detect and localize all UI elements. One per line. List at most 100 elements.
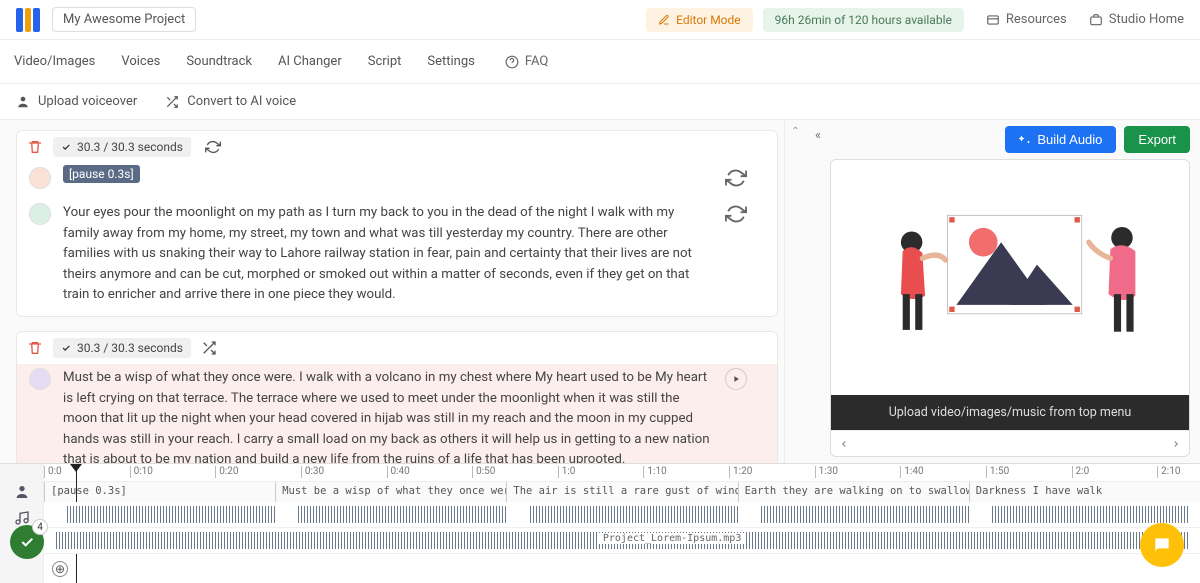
- preview-actions: Build Audio Export: [830, 126, 1190, 153]
- play-button[interactable]: [725, 368, 747, 390]
- main-area: 30.3 / 30.3 seconds [pause 0.3s] Your ey…: [0, 120, 1200, 463]
- music-track-icon[interactable]: [14, 510, 30, 526]
- help-icon: [505, 55, 519, 69]
- add-track-button[interactable]: ⊕: [52, 561, 68, 577]
- music-waveform-row[interactable]: Project_Lorem-Ipsum.mp3: [44, 528, 1200, 554]
- ai-changer-subtabs: Upload voiceover Convert to AI voice: [0, 84, 1200, 120]
- scroll-gutter[interactable]: ⌃: [784, 120, 806, 463]
- edit-icon: [658, 14, 670, 26]
- project-name[interactable]: My Awesome Project: [52, 7, 196, 32]
- check-icon: [61, 343, 71, 353]
- block-row: Must be a wisp of what they once were. I…: [17, 364, 777, 463]
- ruler-tick: 1:40: [900, 466, 923, 478]
- collapse-right-pane[interactable]: «: [806, 120, 830, 463]
- preview-box: Upload video/images/music from top menu: [830, 159, 1190, 457]
- app-header: My Awesome Project Editor Mode 96h 26min…: [0, 0, 1200, 40]
- block-row: Your eyes pour the moonlight on my path …: [17, 199, 777, 316]
- tab-video-images[interactable]: Video/Images: [12, 48, 97, 75]
- block-header: 30.3 / 30.3 seconds: [17, 131, 777, 163]
- faq-label: FAQ: [525, 54, 548, 69]
- voice-avatar[interactable]: [29, 203, 51, 225]
- chevron-right-icon[interactable]: [1171, 439, 1181, 449]
- status-badge: 4: [32, 519, 48, 535]
- preview-pane: Build Audio Export: [830, 120, 1200, 463]
- ruler-tick: 1:30: [815, 466, 838, 478]
- studio-home-link[interactable]: Studio Home: [1089, 12, 1184, 27]
- ruler-tick: 0:0: [44, 466, 62, 478]
- chevron-double-left-icon: «: [815, 128, 821, 463]
- duration-label: 30.3 / 30.3 seconds: [77, 140, 183, 154]
- voice-waveform-row[interactable]: [44, 502, 1200, 528]
- wand-icon: [1019, 134, 1031, 146]
- editor-mode-pill[interactable]: Editor Mode: [646, 8, 753, 32]
- script-text[interactable]: Your eyes pour the moonlight on my path …: [63, 203, 713, 306]
- trash-icon[interactable]: [27, 139, 43, 155]
- music-clip-label: Project_Lorem-Ipsum.mp3: [599, 533, 745, 544]
- script-editor-pane: 30.3 / 30.3 seconds [pause 0.3s] Your ey…: [0, 120, 784, 463]
- timeline-clip[interactable]: Earth they are walking on to swallow t-: [738, 482, 969, 502]
- card-icon: [986, 13, 1000, 27]
- faq-link[interactable]: FAQ: [505, 54, 548, 69]
- voice-track-icon[interactable]: [14, 484, 30, 500]
- timeline-body[interactable]: 0:0 0:10 0:20 0:30 0:40 0:50 1:0 1:10 1:20 1:30 1:…: [44, 464, 1200, 583]
- main-tabs: Video/Images Voices Soundtrack AI Change…: [0, 40, 1200, 84]
- build-audio-label: Build Audio: [1037, 132, 1102, 147]
- check-icon: [19, 534, 35, 550]
- editor-mode-label: Editor Mode: [676, 13, 741, 27]
- tab-ai-changer[interactable]: AI Changer: [276, 48, 344, 75]
- regenerate-icon[interactable]: [725, 167, 747, 189]
- timeline-clip[interactable]: The air is still a rare gust of wind -: [506, 482, 737, 502]
- ruler-tick: 1:50: [986, 466, 1009, 478]
- shuffle-icon: [165, 95, 179, 109]
- voice-avatar[interactable]: [29, 167, 51, 189]
- build-audio-button[interactable]: Build Audio: [1005, 126, 1116, 153]
- script-block: 30.3 / 30.3 seconds Must be a wisp of wh…: [16, 331, 778, 463]
- ruler-tick: 2:10: [1157, 466, 1180, 478]
- studio-home-label: Studio Home: [1109, 12, 1184, 27]
- pause-chip[interactable]: [pause 0.3s]: [63, 165, 140, 183]
- timeline-clip[interactable]: [pause 0.3s]: [44, 482, 275, 502]
- regenerate-icon[interactable]: [725, 203, 747, 225]
- shuffle-icon[interactable]: [201, 340, 217, 356]
- ruler-tick: 1:10: [643, 466, 666, 478]
- ruler-tick: 0:30: [301, 466, 324, 478]
- block-row: [pause 0.3s]: [17, 163, 777, 199]
- timeline: 0:0 0:10 0:20 0:30 0:40 0:50 1:0 1:10 1:20 1:30 1:…: [0, 463, 1200, 583]
- briefcase-icon: [1089, 13, 1103, 27]
- timeline-clip[interactable]: Darkness I have walk: [969, 482, 1200, 502]
- voice-avatar[interactable]: [29, 368, 51, 390]
- duration-pill[interactable]: 30.3 / 30.3 seconds: [53, 137, 191, 157]
- ruler-tick: 1:20: [729, 466, 752, 478]
- resources-link[interactable]: Resources: [986, 12, 1067, 27]
- timeline-ruler[interactable]: 0:0 0:10 0:20 0:30 0:40 0:50 1:0 1:10 1:20 1:30 1:…: [44, 464, 1200, 482]
- chevron-left-icon[interactable]: [839, 439, 849, 449]
- tab-voices[interactable]: Voices: [119, 48, 162, 75]
- convert-ai-voice-tab[interactable]: Convert to AI voice: [165, 94, 296, 109]
- ruler-tick: 0:10: [130, 466, 153, 478]
- check-icon: [61, 142, 71, 152]
- duration-label: 30.3 / 30.3 seconds: [77, 341, 183, 355]
- convert-ai-voice-label: Convert to AI voice: [187, 94, 296, 109]
- ruler-tick: 1:0: [558, 466, 576, 478]
- ruler-tick: 0:40: [387, 466, 410, 478]
- script-text[interactable]: Must be a wisp of what they once were. I…: [63, 368, 713, 463]
- play-icon: [731, 374, 741, 384]
- trash-icon[interactable]: [27, 340, 43, 356]
- status-fab[interactable]: 4: [10, 525, 44, 559]
- preview-illustration: [831, 160, 1189, 395]
- resources-label: Resources: [1006, 12, 1067, 27]
- refresh-icon[interactable]: [205, 139, 221, 155]
- script-block: 30.3 / 30.3 seconds [pause 0.3s] Your ey…: [16, 130, 778, 317]
- person-icon: [16, 95, 30, 109]
- upload-voiceover-tab[interactable]: Upload voiceover: [16, 94, 137, 109]
- ruler-tick: 0:50: [472, 466, 495, 478]
- tab-script[interactable]: Script: [366, 48, 404, 75]
- export-button[interactable]: Export: [1124, 126, 1190, 153]
- duration-pill[interactable]: 30.3 / 30.3 seconds: [53, 338, 191, 358]
- time-available-pill: 96h 26min of 120 hours available: [763, 8, 964, 32]
- tab-settings[interactable]: Settings: [425, 48, 476, 75]
- timeline-clip[interactable]: Must be a wisp of what they once were-: [275, 482, 506, 502]
- chat-fab[interactable]: [1140, 523, 1184, 567]
- tab-soundtrack[interactable]: Soundtrack: [184, 48, 254, 75]
- ruler-tick: 0:20: [215, 466, 238, 478]
